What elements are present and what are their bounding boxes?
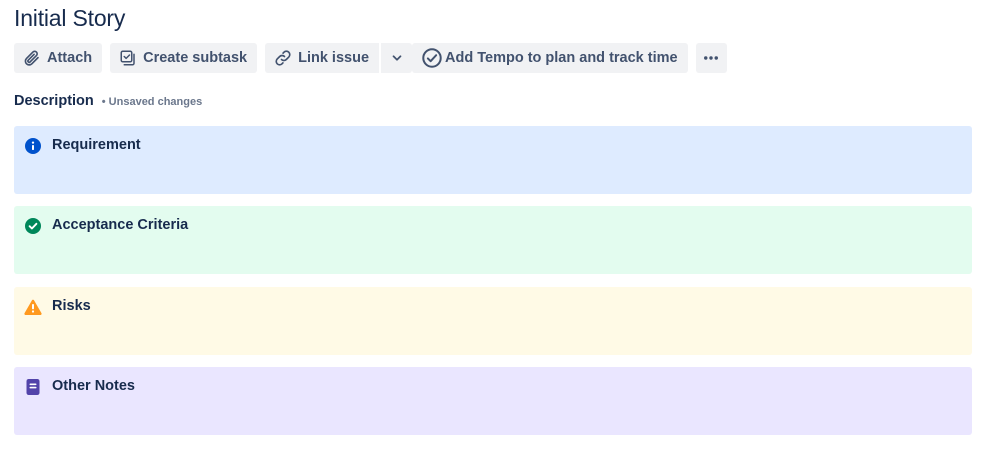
- note-icon: [26, 379, 40, 395]
- issue-toolbar: Attach Create subtask Link issue Add Tem…: [14, 43, 727, 73]
- tempo-check-icon: [421, 47, 443, 69]
- more-horizontal-icon: [702, 49, 720, 67]
- attach-button[interactable]: Attach: [14, 43, 103, 73]
- description-label: Description: [14, 93, 94, 109]
- info-panel-text[interactable]: Requirement: [52, 137, 141, 153]
- note-panel[interactable]: Other Notes: [14, 367, 972, 435]
- create-subtask-label: Create subtask: [143, 50, 248, 66]
- add-tempo-label: Add Tempo to plan and track time: [445, 50, 678, 66]
- note-panel-text[interactable]: Other Notes: [52, 378, 135, 394]
- link-issue-button[interactable]: Link issue: [265, 43, 380, 73]
- warning-icon: [24, 299, 42, 315]
- warning-panel-text[interactable]: Risks: [52, 298, 91, 314]
- check-circle-icon: [25, 218, 41, 234]
- link-issue-dropdown-button[interactable]: [381, 43, 413, 73]
- paperclip-icon: [23, 49, 41, 67]
- warning-panel[interactable]: Risks: [14, 287, 972, 355]
- success-panel[interactable]: Acceptance Criteria: [14, 206, 972, 274]
- add-tempo-button[interactable]: Add Tempo to plan and track time: [412, 43, 688, 73]
- link-issue-label: Link issue: [298, 50, 370, 66]
- create-subtask-button[interactable]: Create subtask: [110, 43, 258, 73]
- info-panel[interactable]: Requirement: [14, 126, 972, 194]
- page-title[interactable]: Initial Story: [14, 5, 125, 32]
- issue-view: Initial Story Attach Create subtask Link…: [0, 0, 999, 463]
- more-actions-button[interactable]: [695, 43, 727, 73]
- success-panel-text[interactable]: Acceptance Criteria: [52, 217, 188, 233]
- unsaved-changes-indicator: • Unsaved changes: [101, 96, 203, 108]
- link-icon: [274, 49, 292, 67]
- info-icon: [25, 138, 41, 154]
- attach-label: Attach: [47, 50, 93, 66]
- description-header: Description • Unsaved changes: [14, 93, 202, 109]
- chevron-down-icon: [390, 51, 404, 65]
- subtask-icon: [119, 49, 137, 67]
- link-issue-split-button: Link issue: [265, 43, 413, 73]
